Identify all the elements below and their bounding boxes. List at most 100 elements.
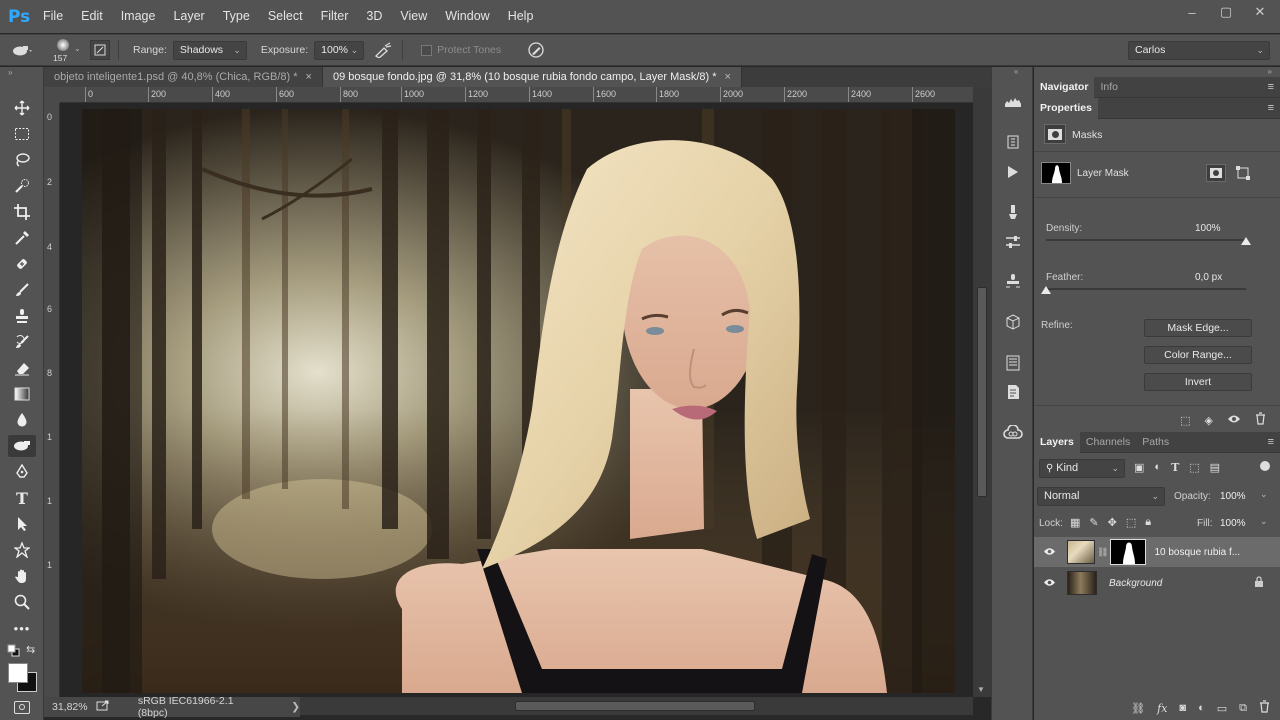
brush-tool-icon[interactable]	[8, 279, 36, 301]
toggle-mask-visibility-icon[interactable]	[1227, 414, 1241, 427]
collapse-right-panels-icon[interactable]: »	[1268, 67, 1272, 76]
type-tool-icon[interactable]: T	[8, 487, 36, 509]
opacity-value[interactable]: 100%	[1220, 491, 1246, 502]
blend-mode-select[interactable]: Normal ⌄	[1037, 487, 1165, 506]
exposure-input[interactable]: 100% ⌄	[314, 40, 365, 60]
add-mask-icon[interactable]: ◙	[1179, 702, 1186, 714]
feather-slider-track[interactable]	[1046, 288, 1246, 290]
brush-panel-toggle-icon[interactable]	[90, 40, 110, 60]
lasso-tool-icon[interactable]	[8, 149, 36, 171]
tab-paths[interactable]: Paths	[1136, 432, 1175, 453]
new-adjustment-layer-icon[interactable]: ◐	[1198, 702, 1205, 714]
menu-view[interactable]: View	[391, 0, 436, 33]
document-canvas[interactable]	[60, 103, 973, 697]
character-icon[interactable]	[1001, 381, 1025, 403]
brush-settings-icon[interactable]	[1001, 201, 1025, 223]
color-range-button[interactable]: Color Range...	[1144, 346, 1252, 364]
horizontal-scrollbar[interactable]	[300, 697, 973, 715]
swap-colors-icon[interactable]: ⇆	[26, 643, 35, 656]
gradient-tool-icon[interactable]	[8, 383, 36, 405]
menu-layer[interactable]: Layer	[164, 0, 213, 33]
delete-mask-icon[interactable]	[1255, 412, 1266, 428]
smart-object-filter-icon[interactable]: ▤	[1210, 461, 1220, 474]
tab-layers[interactable]: Layers	[1034, 431, 1080, 453]
blur-tool-icon[interactable]	[8, 409, 36, 431]
menu-type[interactable]: Type	[214, 0, 259, 33]
minimize-button[interactable]: –	[1182, 5, 1202, 20]
tab-objeto-inteligente[interactable]: objeto inteligente1.psd @ 40,8% (Chica, …	[44, 67, 323, 87]
adjustment-layer-filter-icon[interactable]: ◐	[1154, 461, 1161, 474]
lock-position-icon[interactable]: ✥	[1108, 516, 1117, 529]
status-menu-arrow-icon[interactable]: ❯	[291, 701, 300, 713]
history-icon[interactable]	[1001, 131, 1025, 153]
marquee-tool-icon[interactable]	[8, 123, 36, 145]
histogram-icon[interactable]	[1001, 91, 1025, 113]
link-icon[interactable]: ⛓	[1097, 547, 1108, 558]
dodge-tool-icon[interactable]	[8, 435, 36, 457]
scroll-down-arrow-icon[interactable]: ▼	[977, 685, 985, 694]
tab-navigator[interactable]: Navigator	[1034, 76, 1095, 98]
layer-mask-thumbnail[interactable]	[1110, 539, 1147, 565]
share-icon[interactable]	[96, 700, 109, 714]
panel-menu-icon[interactable]: ≡	[1268, 436, 1274, 448]
maximize-button[interactable]: ▢	[1216, 4, 1236, 20]
custom-shape-tool-icon[interactable]	[8, 539, 36, 561]
tab-bosque-fondo[interactable]: 09 bosque fondo.jpg @ 31,8% (10 bosque r…	[322, 67, 742, 87]
vertical-scrollbar[interactable]: ▼	[973, 87, 991, 697]
dodge-tool-preset-icon[interactable]	[0, 43, 44, 57]
lock-image-pixels-icon[interactable]: ✎	[1089, 516, 1098, 529]
zoom-level[interactable]: 31,82%	[52, 701, 92, 713]
menu-window[interactable]: Window	[436, 0, 498, 33]
visibility-eye-icon[interactable]	[1040, 576, 1058, 590]
layer-row[interactable]: ⛓ 10 bosque rubia f...	[1034, 537, 1280, 567]
move-tool-icon[interactable]	[8, 97, 36, 119]
panel-menu-icon[interactable]: ≡	[1268, 102, 1274, 114]
default-colors-icon[interactable]	[7, 644, 21, 658]
mask-edge-button[interactable]: Mask Edge...	[1144, 319, 1252, 337]
delete-layer-trash-icon[interactable]	[1259, 700, 1270, 716]
path-selection-tool-icon[interactable]	[8, 513, 36, 535]
shape-layer-filter-icon[interactable]: ⬚	[1189, 461, 1199, 474]
layer-style-fx-icon[interactable]: fx	[1157, 702, 1167, 715]
brush-preset-picker[interactable]: 157 ⌄	[44, 35, 82, 65]
menu-help[interactable]: Help	[499, 0, 543, 33]
scrollbar-thumb[interactable]	[977, 287, 987, 497]
panel-menu-icon[interactable]: ≡	[1268, 81, 1274, 93]
tab-channels[interactable]: Channels	[1080, 432, 1136, 453]
menu-filter[interactable]: Filter	[312, 0, 358, 33]
load-selection-from-mask-icon[interactable]: ⬚	[1180, 414, 1190, 427]
type-layer-filter-icon[interactable]: T	[1171, 461, 1179, 474]
foreground-color-swatch[interactable]	[8, 663, 28, 683]
density-slider-track[interactable]	[1046, 239, 1246, 241]
density-slider-knob[interactable]	[1241, 237, 1251, 245]
pen-tool-icon[interactable]	[8, 461, 36, 483]
select-vector-mask-icon[interactable]	[1234, 164, 1252, 182]
collapse-panels-icon[interactable]: «	[1014, 67, 1018, 76]
close-window-button[interactable]: ✕	[1250, 4, 1270, 20]
select-pixel-mask-icon[interactable]	[1206, 164, 1226, 182]
layer-name[interactable]: Background	[1109, 578, 1162, 589]
menu-file[interactable]: File	[34, 0, 72, 33]
hand-tool-icon[interactable]	[8, 565, 36, 587]
tab-info[interactable]: Info	[1094, 77, 1124, 98]
menu-select[interactable]: Select	[259, 0, 312, 33]
density-value[interactable]: 100%	[1195, 223, 1221, 234]
eraser-tool-icon[interactable]	[8, 357, 36, 379]
range-select[interactable]: Shadows ⌄	[172, 40, 247, 60]
menu-3d[interactable]: 3D	[357, 0, 391, 33]
feather-value[interactable]: 0,0 px	[1195, 272, 1222, 283]
menu-image[interactable]: Image	[112, 0, 165, 33]
apply-mask-icon[interactable]: ◈	[1205, 414, 1213, 427]
scrollbar-thumb[interactable]	[515, 701, 755, 711]
lock-all-icon[interactable]: 🔒︎	[1145, 516, 1151, 529]
workspace-select[interactable]: Carlos ⌄	[1128, 41, 1270, 60]
collapse-toolbar-icon[interactable]: »	[8, 68, 12, 77]
chevron-down-icon[interactable]: ⌄	[1260, 489, 1268, 500]
protect-tones-checkbox[interactable]: Protect Tones	[421, 44, 501, 56]
layer-name[interactable]: 10 bosque rubia f...	[1154, 547, 1240, 558]
visibility-eye-icon[interactable]	[1040, 545, 1058, 559]
quick-mask-icon[interactable]	[14, 701, 30, 714]
invert-button[interactable]: Invert	[1144, 373, 1252, 391]
close-icon[interactable]: ×	[725, 71, 731, 83]
adjustments-sliders-icon[interactable]	[1001, 231, 1025, 253]
